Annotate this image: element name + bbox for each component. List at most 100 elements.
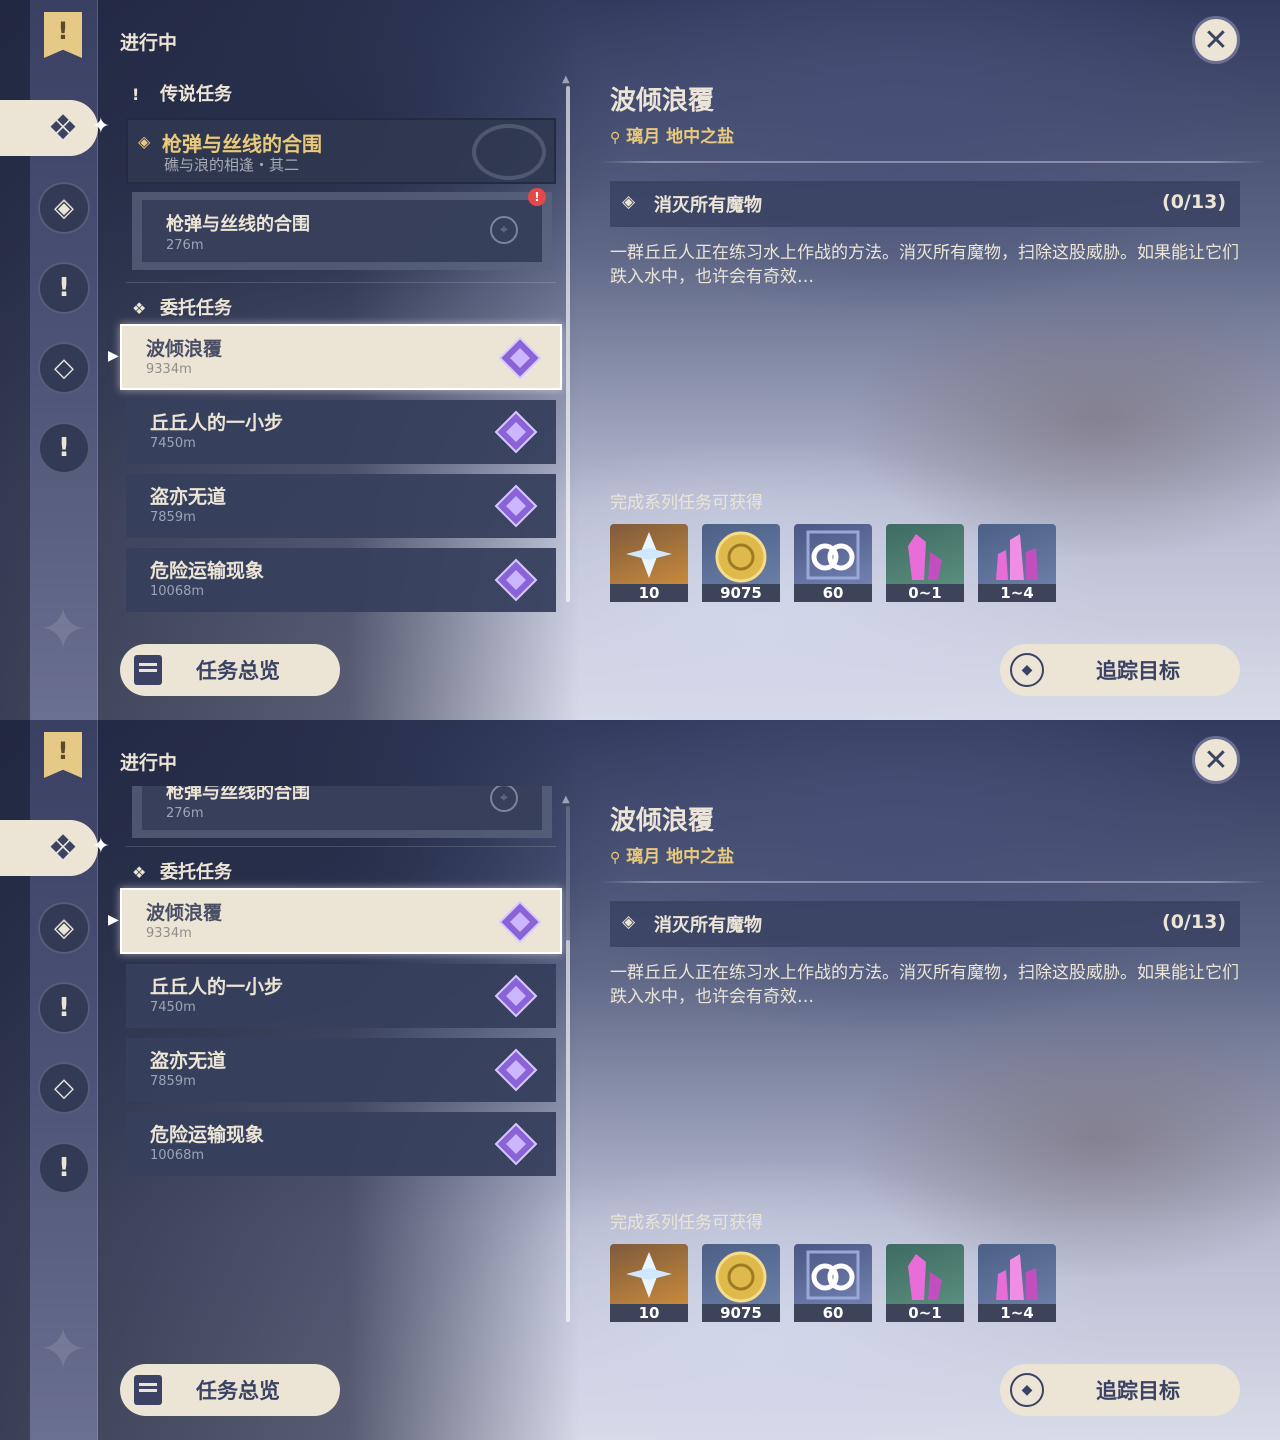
quest-description: 一群丘丘人正在练习水上作战的方法。消灭所有魔物，扫除这股威胁。如果能让它们跌入水… — [610, 243, 1239, 287]
sidebar-tab-archon[interactable]: ! — [38, 1142, 90, 1194]
map-pin-icon[interactable]: ⌖ — [490, 216, 518, 244]
exp-icon — [794, 524, 872, 586]
exp-icon — [794, 1244, 872, 1306]
archon-quest-icon: ! — [58, 1153, 70, 1183]
scrollbar-thumb[interactable] — [566, 940, 570, 1322]
track-diamond-icon: ◆ — [1010, 1373, 1044, 1407]
quest-overview-button[interactable]: 任务总览 — [120, 644, 340, 696]
reward-item[interactable]: 9075 — [702, 524, 780, 602]
objective-diamond-icon: ◈ — [622, 192, 636, 212]
commission-gem-icon — [498, 336, 542, 380]
quest-description: 一群丘丘人正在练习水上作战的方法。消灭所有魔物，扫除这股威胁。如果能让它们跌入水… — [610, 963, 1239, 1007]
commission-gem-icon — [494, 974, 538, 1018]
commission-icon: ❖ — [47, 828, 79, 868]
close-icon: ✕ — [1203, 742, 1229, 778]
section-divider — [126, 282, 556, 283]
legend-quest-subtitle: 礁与浪的相逢・其二 — [164, 156, 300, 174]
track-diamond-icon: ◆ — [1010, 653, 1044, 687]
sidebar-tab-story[interactable]: ◈ — [38, 182, 90, 234]
sidebar-tab-world[interactable]: ! — [38, 982, 90, 1034]
story-quest-icon: ◈ — [54, 193, 74, 223]
commission-quest-item[interactable]: 盗亦无道 7859m — [126, 1038, 556, 1102]
track-target-button[interactable]: ◆ 追踪目标 — [1000, 644, 1240, 696]
commission-gem-icon — [494, 1122, 538, 1166]
commission-quest-item[interactable]: 危险运输现象 10068m — [126, 1112, 556, 1176]
objective-bar: ◈ 消灭所有魔物 (0/13) — [610, 901, 1240, 947]
legend-quest-card[interactable]: ◈ 枪弹与丝线的合围 礁与浪的相逢・其二 — [126, 118, 556, 184]
sidebar-tab-story[interactable]: ◈ — [38, 902, 90, 954]
scroll-cap-icon: ▲ — [562, 794, 570, 805]
world-quest-icon: ! — [58, 993, 70, 1023]
reward-item[interactable]: 9075 — [702, 1244, 780, 1322]
sub-quest-title: 枪弹与丝线的合围 — [166, 214, 310, 235]
commission-section-header: ❖ 委托任务 — [132, 298, 232, 319]
commission-quest-item-selected[interactable]: 波倾浪覆 9334m — [120, 888, 562, 954]
crystal-cluster-icon — [978, 1244, 1056, 1306]
close-button[interactable]: ✕ — [1192, 736, 1240, 784]
close-icon: ✕ — [1203, 22, 1229, 58]
commission-quest-item[interactable]: 危险运输现象 10068m — [126, 548, 556, 612]
commission-gem-icon — [494, 410, 538, 454]
sparkle-icon: ✦ — [91, 114, 110, 139]
objective-text: 消灭所有魔物 — [654, 915, 762, 936]
rewards-header: 完成系列任务可获得 — [610, 493, 763, 513]
sidebar-tab-event[interactable]: ◇ — [38, 342, 90, 394]
status-title: 进行中 — [120, 752, 178, 774]
detail-divider — [600, 161, 1266, 163]
legend-emblem-icon — [472, 124, 546, 180]
selected-arrow-icon: ▶ — [108, 912, 119, 928]
commission-gem-icon — [494, 558, 538, 602]
sparkle-icon: ✦ — [91, 834, 110, 859]
commission-quest-item-selected[interactable]: 波倾浪覆 9334m — [120, 324, 562, 390]
quest-screen-2: ✦ ! ❖ ✦ ◈ ! ◇ ! 进行中 枪弹与丝线的合围 276m ⌖ ❖ 委托任… — [0, 720, 1280, 1440]
reward-item[interactable]: 1~4 — [978, 1244, 1056, 1322]
commission-section-icon: ❖ — [132, 299, 147, 318]
commission-quest-item[interactable]: 盗亦无道 7859m — [126, 474, 556, 538]
selected-arrow-icon: ▶ — [108, 348, 119, 364]
reward-item[interactable]: 60 — [794, 1244, 872, 1322]
sidebar-tab-archon[interactable]: ! — [38, 422, 90, 474]
commission-quest-item[interactable]: 丘丘人的一小步 7450m — [126, 400, 556, 464]
quest-overview-button[interactable]: 任务总览 — [120, 1364, 340, 1416]
reward-item[interactable]: 60 — [794, 524, 872, 602]
map-pin-icon[interactable]: ⌖ — [490, 786, 518, 812]
track-target-button[interactable]: ◆ 追踪目标 — [1000, 1364, 1240, 1416]
crystal-cluster-icon — [978, 524, 1056, 586]
commission-gem-icon — [494, 484, 538, 528]
objective-text: 消灭所有魔物 — [654, 195, 762, 216]
sidebar-tab-world[interactable]: ! — [38, 262, 90, 314]
location-pin-icon: ⚲ — [610, 130, 621, 146]
legend-sub-quest-partial[interactable]: 枪弹与丝线的合围 276m ⌖ — [132, 786, 552, 838]
world-quest-icon: ! — [58, 273, 70, 303]
objective-count: (0/13) — [1162, 191, 1226, 213]
decorative-star-icon: ✦ — [38, 1315, 88, 1383]
location-pin-icon: ⚲ — [610, 850, 621, 866]
mora-icon — [702, 1244, 780, 1306]
quest-book-icon — [134, 1375, 162, 1405]
mora-icon — [702, 524, 780, 586]
detail-divider — [600, 881, 1266, 883]
sidebar-tab-commission-active[interactable]: ❖ ✦ — [0, 100, 110, 156]
close-button[interactable]: ✕ — [1192, 16, 1240, 64]
commission-gem-icon — [494, 1048, 538, 1092]
section-divider — [126, 846, 556, 847]
rewards-header: 完成系列任务可获得 — [610, 1213, 763, 1233]
story-quest-icon: ◈ — [54, 913, 74, 943]
sidebar-tab-commission-active[interactable]: ❖ ✦ — [0, 820, 110, 876]
reward-item[interactable]: 0~1 — [886, 524, 964, 602]
quest-detail-title: 波倾浪覆 — [610, 806, 715, 836]
commission-quest-item[interactable]: 丘丘人的一小步 7450m — [126, 964, 556, 1028]
objective-count: (0/13) — [1162, 911, 1226, 933]
primogem-icon — [610, 524, 688, 586]
reward-item[interactable]: 1~4 — [978, 524, 1056, 602]
sidebar-tab-event[interactable]: ◇ — [38, 1062, 90, 1114]
commission-gem-icon — [498, 900, 542, 944]
quest-book-icon — [134, 655, 162, 685]
event-quest-icon: ◇ — [54, 353, 74, 383]
legend-sub-quest[interactable]: 枪弹与丝线的合围 276m ⌖ ! — [132, 188, 552, 270]
reward-item[interactable]: 10 — [610, 524, 688, 602]
reward-item[interactable]: 0~1 — [886, 1244, 964, 1322]
commission-section-icon: ❖ — [132, 863, 147, 882]
scrollbar-thumb[interactable] — [566, 86, 570, 602]
reward-item[interactable]: 10 — [610, 1244, 688, 1322]
